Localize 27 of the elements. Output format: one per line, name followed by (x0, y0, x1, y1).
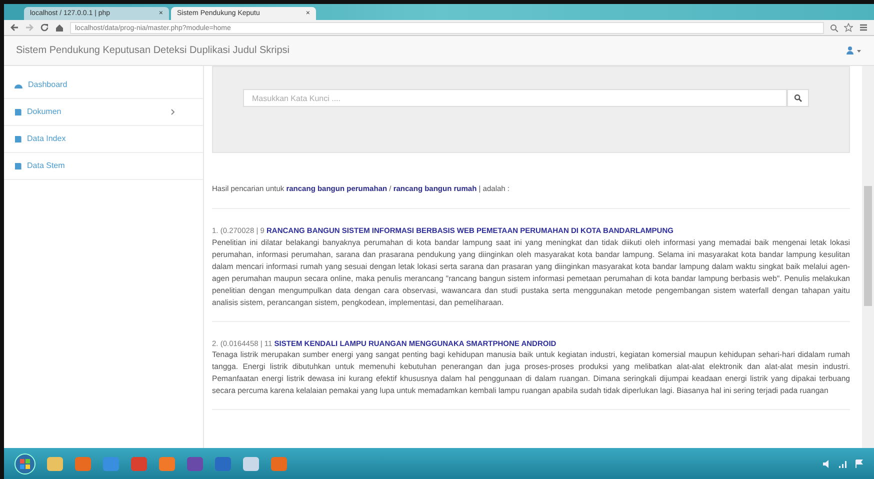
app-icon[interactable] (214, 456, 232, 472)
menu-icon[interactable] (859, 23, 868, 32)
app-title[interactable]: Sistem Pendukung Keputusan Deteksi Duplikasi Judul Skripsi (16, 43, 290, 58)
search-field[interactable]: Masukkan Kata Kunci .... (243, 89, 787, 107)
start-icon[interactable] (14, 452, 36, 474)
search-icon (794, 94, 802, 102)
book-icon (14, 162, 22, 170)
back-icon[interactable] (10, 23, 19, 32)
sidebar-item[interactable]: Data Index (4, 126, 203, 153)
sidebar-item[interactable]: Dokumen (4, 99, 203, 126)
app-icon[interactable] (242, 456, 260, 472)
scrollbar[interactable] (862, 66, 874, 448)
network-icon[interactable] (838, 458, 848, 468)
forward-icon[interactable] (25, 23, 34, 32)
sidebar-item[interactable]: Data Stem (4, 153, 203, 180)
home-icon[interactable] (55, 23, 64, 32)
reload-icon[interactable] (40, 23, 49, 32)
app-icon[interactable] (186, 456, 204, 472)
zoom-icon[interactable] (830, 24, 838, 32)
flag-icon[interactable] (854, 458, 864, 468)
book-icon (14, 135, 22, 143)
user-menu-icon[interactable] (846, 46, 862, 55)
star-icon[interactable] (844, 23, 853, 32)
search-button[interactable] (787, 89, 809, 107)
book-icon (14, 108, 22, 116)
sidebar-item[interactable]: Dashboard (4, 72, 203, 99)
app-icon[interactable] (46, 456, 64, 472)
